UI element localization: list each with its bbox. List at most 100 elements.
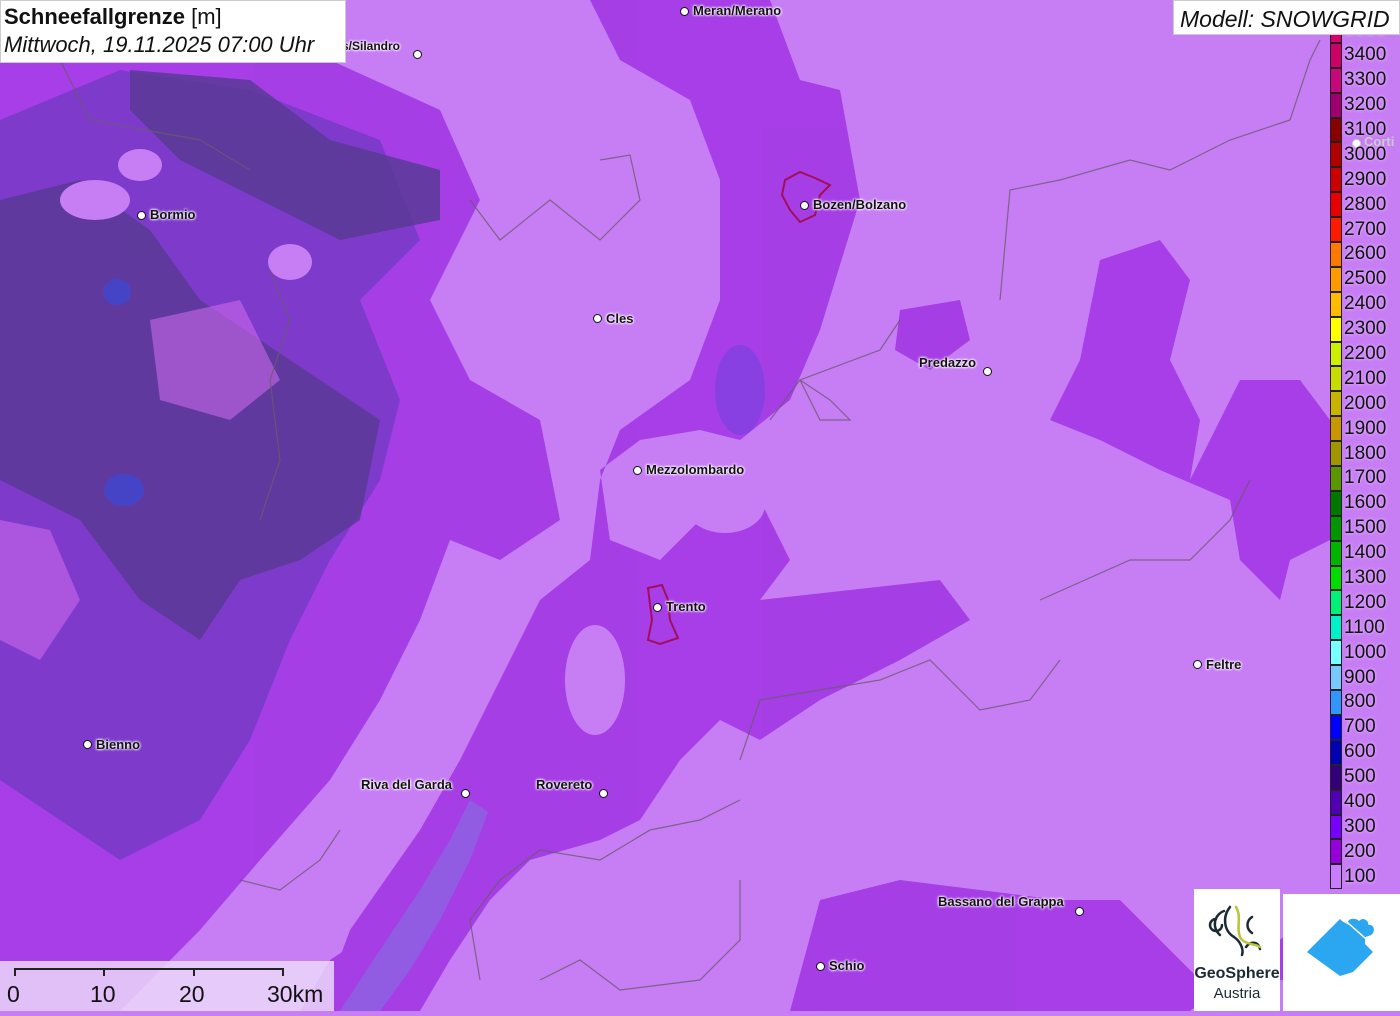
legend-label: 2100 — [1344, 367, 1387, 389]
scale-label: 20 — [179, 981, 205, 1007]
snowfall-line-map[interactable] — [0, 0, 1400, 1011]
legend-label: 2500 — [1344, 268, 1387, 290]
city-dot — [816, 962, 825, 971]
geosphere-austria-logo[interactable]: GeoSphere Austria — [1194, 889, 1280, 1011]
city-dot — [1193, 660, 1202, 669]
scale-bar: 0 10 20 30km — [0, 961, 334, 1011]
unit-label: [m] — [191, 4, 222, 29]
legend-entry: 3100 — [1330, 117, 1400, 143]
legend-entry: 400 — [1330, 789, 1400, 815]
legend-entry: 900 — [1330, 665, 1400, 691]
legend-swatch — [1330, 789, 1342, 815]
legend-label: 1700 — [1344, 467, 1387, 489]
legend-label: 2800 — [1344, 193, 1387, 215]
legend-entry: 3300 — [1330, 67, 1400, 93]
weather-app-logo[interactable] — [1283, 894, 1400, 1011]
geosphere-country: Austria — [1213, 985, 1261, 1002]
model-box: Modell: SNOWGRID — [1173, 0, 1400, 35]
mountain-cloud-icon — [1307, 917, 1376, 976]
color-legend: 3500340033003200310030002900280027002600… — [1330, 18, 1400, 890]
legend-label: 1200 — [1344, 591, 1387, 613]
legend-label: 3100 — [1344, 119, 1387, 140]
legend-swatch — [1330, 764, 1342, 790]
legend-entry: 100 — [1330, 864, 1400, 890]
legend-swatch — [1330, 864, 1342, 890]
legend-label: 2400 — [1344, 293, 1387, 315]
legend-entry: 2600 — [1330, 242, 1400, 267]
legend-swatch — [1330, 565, 1342, 591]
legend-swatch — [1330, 839, 1342, 865]
scale-tick — [193, 968, 195, 976]
legend-entry: 1200 — [1330, 590, 1400, 616]
legend-label: 400 — [1344, 791, 1376, 813]
legend-entry: 1700 — [1330, 466, 1400, 491]
scale-label: 30km — [267, 981, 324, 1007]
city-dot — [983, 367, 992, 376]
legend-entry: 600 — [1330, 739, 1400, 765]
legend-swatch — [1330, 416, 1342, 442]
legend-label: 1400 — [1344, 542, 1387, 564]
city-dot — [1075, 907, 1084, 916]
legend-entry: 2500 — [1330, 266, 1400, 292]
legend-swatch — [1330, 739, 1342, 765]
city-dot — [633, 466, 642, 475]
city-dot — [593, 314, 602, 323]
legend-swatch — [1330, 192, 1342, 218]
legend-entry: 2900 — [1330, 167, 1400, 193]
legend-label: 1100 — [1344, 616, 1385, 638]
legend-label: 3200 — [1344, 94, 1387, 116]
legend-entry: 1000 — [1330, 640, 1400, 666]
legend-label: 300 — [1344, 815, 1376, 837]
legend-swatch — [1330, 366, 1342, 392]
legend-swatch — [1330, 117, 1342, 143]
legend-swatch — [1330, 92, 1342, 118]
legend-entry: 3000 — [1330, 142, 1400, 168]
legend-swatch — [1330, 466, 1342, 491]
scale-tick — [14, 968, 16, 976]
legend-entry: 3200 — [1330, 92, 1400, 118]
legend-swatch — [1330, 266, 1342, 292]
legend-label: 2000 — [1344, 392, 1387, 414]
legend-label: 100 — [1344, 865, 1376, 887]
legend-label: 2900 — [1344, 168, 1387, 190]
legend-label: 1900 — [1344, 417, 1387, 439]
legend-label: 3400 — [1344, 44, 1387, 66]
legend-entry: 2000 — [1330, 391, 1400, 417]
legend-entry: 3400 — [1330, 42, 1400, 68]
legend-swatch — [1330, 391, 1342, 417]
legend-label: 3300 — [1344, 69, 1387, 91]
legend-swatch — [1330, 665, 1342, 691]
datetime-label: Mittwoch, 19.11.2025 07:00 Uhr — [4, 32, 315, 57]
title-box: Schneefallgrenze [m] Mittwoch, 19.11.202… — [0, 0, 346, 63]
city-dot — [680, 7, 689, 16]
city-dot — [413, 50, 422, 59]
legend-label: 2700 — [1344, 218, 1387, 240]
legend-entry: 2200 — [1330, 341, 1400, 367]
legend-swatch — [1330, 615, 1342, 641]
legend-label: 1500 — [1344, 517, 1387, 539]
legend-label: 900 — [1344, 666, 1376, 688]
legend-label: 600 — [1344, 741, 1376, 763]
legend-swatch — [1330, 316, 1342, 342]
legend-label: 1000 — [1344, 641, 1387, 663]
legend-entry: 1400 — [1330, 540, 1400, 566]
legend-swatch — [1330, 814, 1342, 840]
legend-label: 200 — [1344, 840, 1376, 862]
legend-entry: 1100 — [1330, 615, 1400, 641]
legend-entry: 800 — [1330, 690, 1400, 715]
map-title: Schneefallgrenze [m] — [4, 4, 222, 29]
legend-swatch — [1330, 341, 1342, 367]
legend-label: 3000 — [1344, 143, 1387, 165]
legend-swatch — [1330, 590, 1342, 616]
city-dot — [137, 211, 146, 220]
legend-swatch — [1330, 640, 1342, 666]
city-dot — [599, 789, 608, 798]
legend-label: 2200 — [1344, 343, 1387, 365]
legend-entry: 2700 — [1330, 217, 1400, 243]
legend-label: 2600 — [1344, 243, 1387, 265]
legend-swatch — [1330, 291, 1342, 317]
geosphere-logo-icon — [1208, 905, 1262, 957]
legend-entry: 1300 — [1330, 565, 1400, 591]
legend-entry: 2800 — [1330, 192, 1400, 218]
legend-swatch — [1330, 441, 1342, 467]
